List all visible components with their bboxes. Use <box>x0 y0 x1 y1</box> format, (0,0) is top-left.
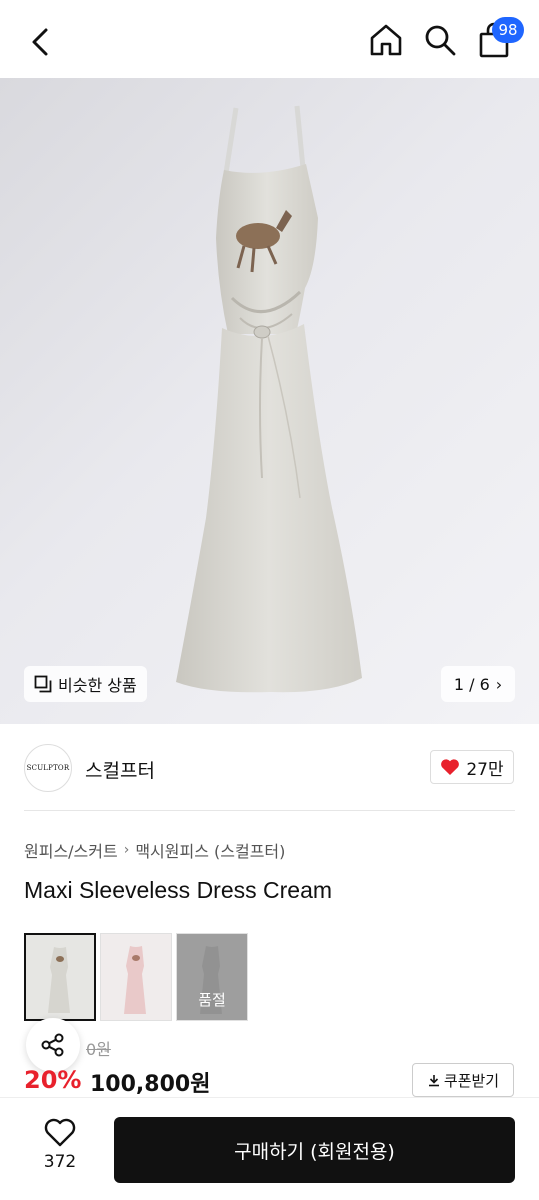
chevron-right-icon: › <box>123 842 130 858</box>
image-pager[interactable]: 1 / 6 › <box>441 666 515 702</box>
original-price: 0원 <box>86 1040 111 1059</box>
coupon-label: 쿠폰받기 <box>443 1071 500 1090</box>
brand-logo[interactable]: SCULPTOR <box>24 744 72 792</box>
similar-products-button[interactable]: 비슷한 상품 <box>24 666 147 702</box>
breadcrumb: 원피스/스커트 › 맥시원피스 (스컬프터) <box>24 838 285 862</box>
home-icon[interactable] <box>366 20 406 60</box>
coupon-download-button[interactable]: 쿠폰받기 <box>412 1063 514 1097</box>
product-title: Maxi Sleeveless Dress Cream <box>24 877 333 903</box>
heart-outline-icon <box>44 1118 76 1147</box>
brand-like-count: 27만 <box>466 759 504 780</box>
brand-name[interactable]: 스컬프터 <box>85 756 155 783</box>
brand-like-button[interactable]: 27만 <box>430 750 514 784</box>
buy-button[interactable]: 구매하기 (회원전용) <box>114 1117 515 1183</box>
product-image-carousel[interactable]: 비슷한 상품 1 / 6 › <box>0 78 539 724</box>
soldout-label: 품절 <box>177 934 247 1020</box>
breadcrumb-item[interactable]: 원피스/스커트 <box>24 838 118 862</box>
download-icon <box>428 1075 439 1087</box>
swatch-pink[interactable] <box>100 933 172 1021</box>
color-swatches: 품절 <box>24 933 248 1021</box>
wishlist-count: 372 <box>43 1152 77 1172</box>
share-icon <box>41 1033 64 1057</box>
swatch-grey-soldout[interactable]: 품절 <box>176 933 248 1021</box>
chevron-right-icon: › <box>495 674 503 694</box>
pager-text: 1 / 6 <box>453 674 490 694</box>
share-button[interactable] <box>26 1018 80 1072</box>
cart-count-badge: 98 <box>492 17 524 43</box>
swatch-thumbnail <box>48 947 70 1013</box>
top-bar: 98 <box>0 0 539 78</box>
swatch-cream[interactable] <box>24 933 96 1021</box>
similar-products-label: 비슷한 상품 <box>58 676 137 695</box>
divider <box>24 810 515 811</box>
back-arrow-icon[interactable] <box>22 22 62 62</box>
brand-row: SCULPTOR 스컬프터 27만 <box>0 724 539 810</box>
wishlist-button[interactable]: 372 <box>34 1118 86 1180</box>
discount-rate: 20% <box>24 1066 82 1094</box>
heart-filled-icon <box>441 759 460 775</box>
product-photo <box>176 105 362 693</box>
swatch-thumbnail <box>124 946 146 1014</box>
sale-price: 100,800원 <box>90 1072 211 1097</box>
search-icon[interactable] <box>420 20 460 60</box>
bottom-action-bar: 372 구매하기 (회원전용) <box>0 1097 539 1200</box>
breadcrumb-item[interactable]: 맥시원피스 (스컬프터) <box>135 838 285 862</box>
similar-items-icon <box>34 675 52 693</box>
